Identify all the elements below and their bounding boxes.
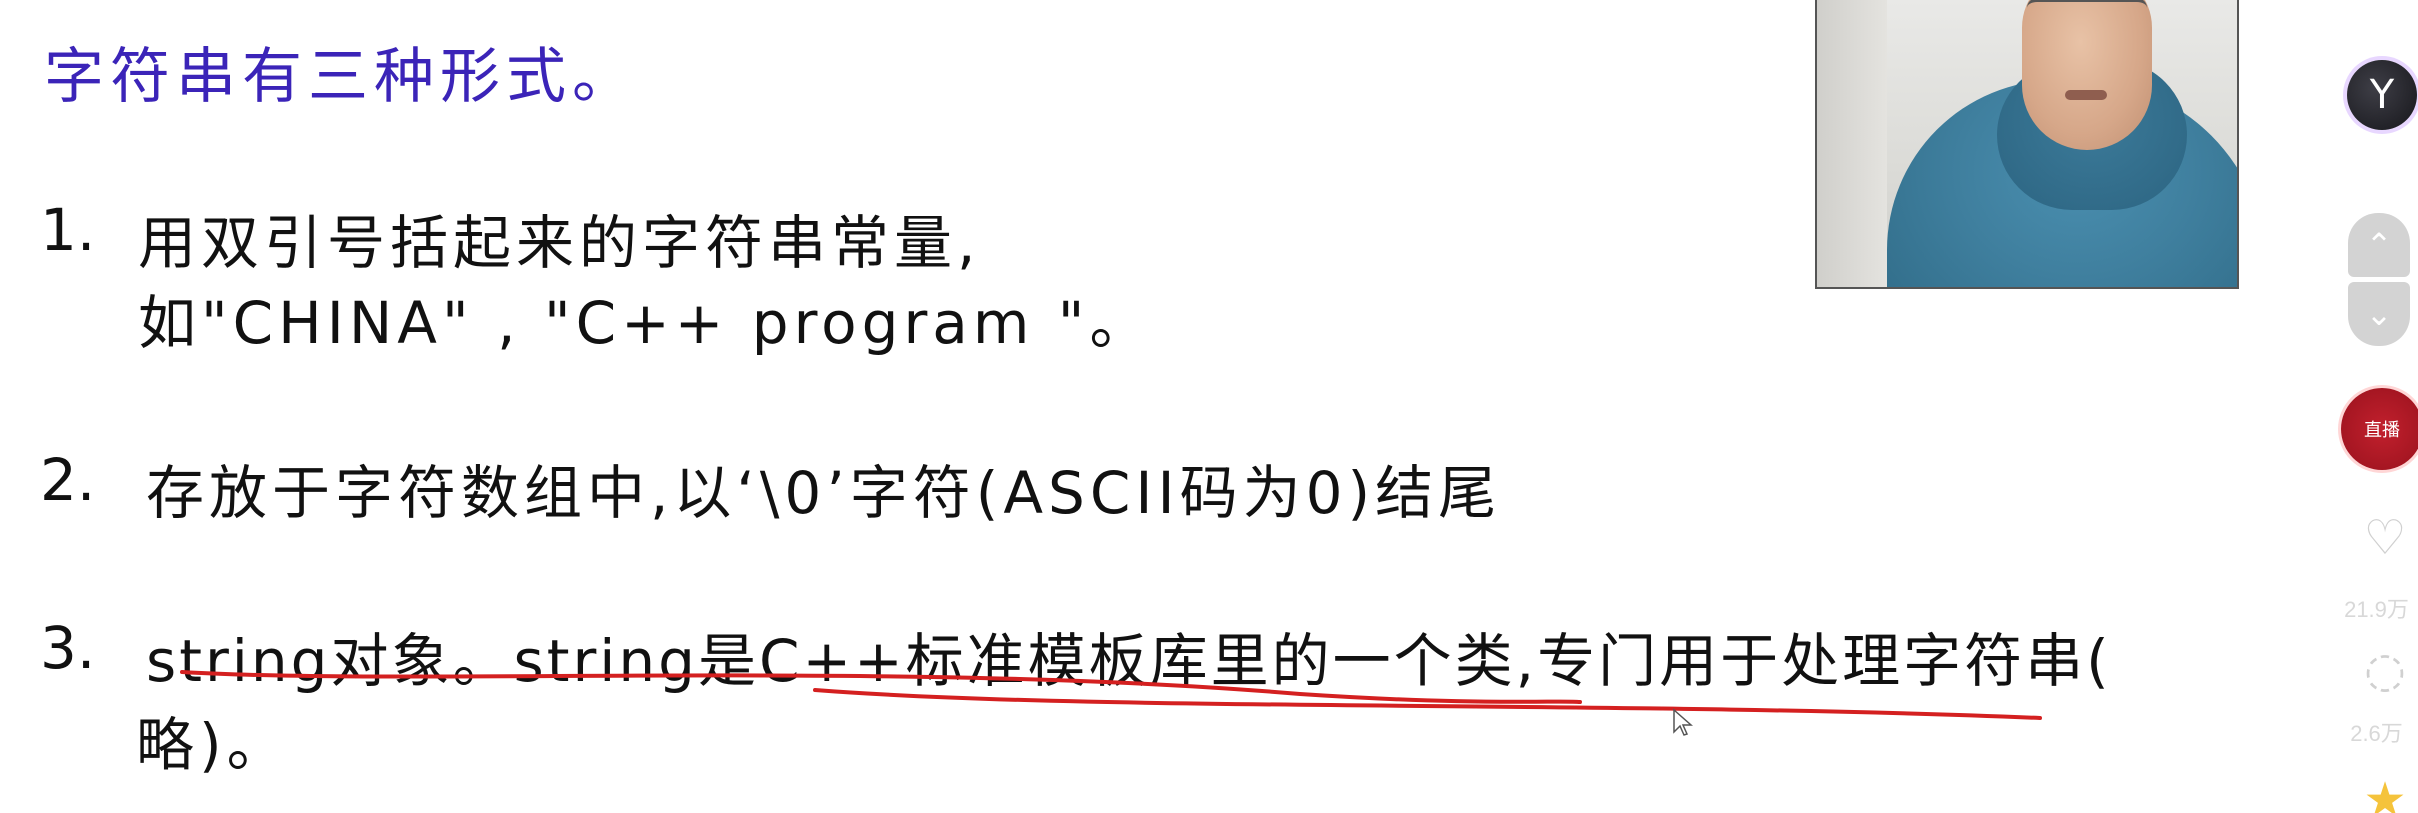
webcam-overlay xyxy=(1815,0,2239,289)
chevron-up-icon: ⌃ xyxy=(2365,226,2393,264)
video-player[interactable]: 字符串有三种形式。 1. 用双引号括起来的字符串常量, 如"CHINA" , "… xyxy=(0,0,2418,813)
side-control-strip: Y ⌃ ⌄ 直播 ♡ 21.9万 ◌ 2.6万 ★ xyxy=(2335,0,2418,813)
like-heart-icon[interactable]: ♡ xyxy=(2355,510,2415,566)
webcam-background xyxy=(1817,0,1887,287)
channel-logo-icon[interactable]: Y xyxy=(2347,60,2417,130)
comment-icon[interactable]: ◌ xyxy=(2355,642,2415,698)
mouse-cursor-icon xyxy=(1673,708,1693,736)
underline-stroke-1 xyxy=(180,670,1582,704)
presenter-face xyxy=(2022,0,2152,150)
like-count: 21.9万 xyxy=(2344,597,2409,622)
channel-logo-glyph: Y xyxy=(2369,72,2395,118)
presenter-mouth xyxy=(2065,90,2107,100)
scroll-up-button[interactable]: ⌃ xyxy=(2348,213,2410,277)
chevron-down-icon: ⌄ xyxy=(2365,295,2393,333)
presenter-glasses xyxy=(2027,0,2147,22)
favorite-star-icon[interactable]: ★ xyxy=(2355,772,2415,813)
underline-stroke-2 xyxy=(813,688,2042,720)
scroll-down-button[interactable]: ⌄ xyxy=(2348,282,2410,346)
comment-count: 2.6万 xyxy=(2350,721,2403,746)
live-badge-button[interactable]: 直播 xyxy=(2341,388,2418,470)
live-badge-text: 直播 xyxy=(2364,420,2400,441)
